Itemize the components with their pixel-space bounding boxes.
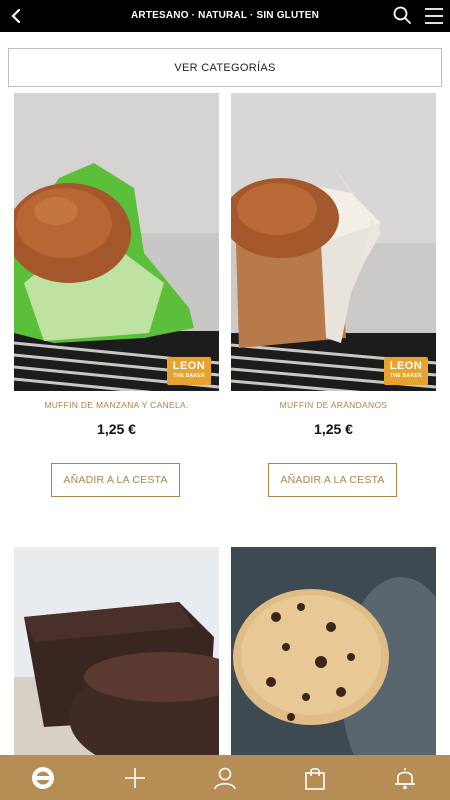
badge-line1: LEON [172,360,206,372]
product-image[interactable] [231,547,436,755]
add-to-basket-button[interactable]: AÑADIR A LA CESTA [51,463,180,497]
blueberry-muffin-photo [231,93,436,391]
brand-logo-badge: LEON THE BAKER [167,357,211,385]
add-to-basket-button[interactable]: AÑADIR A LA CESTA [268,463,397,497]
search-icon[interactable] [392,5,412,25]
product-price: 1,25 € [314,421,353,437]
product-image[interactable]: LEON THE BAKER [231,93,436,391]
page-title: ARTESANO · NATURAL · SIN GLUTEN [130,10,320,21]
product-image[interactable] [14,547,219,755]
badge-line2: THE BAKER [173,373,205,379]
user-icon[interactable] [212,765,238,791]
shopping-bag-icon[interactable] [302,765,328,791]
hamburger-menu-icon[interactable] [424,6,444,26]
chocolate-loaf-photo [14,547,219,755]
product-name[interactable]: MUFFIN DE MANZANA Y CANELA. [14,400,219,410]
apple-cinnamon-muffin-photo [14,93,219,391]
brand-logo-badge: LEON THE BAKER [384,357,428,385]
home-logo-icon[interactable] [30,765,56,791]
chocolate-chip-cookie-photo [231,547,436,755]
view-categories-button[interactable]: VER CATEGORÍAS [8,48,442,87]
product-image[interactable]: LEON THE BAKER [14,93,219,391]
top-bar: ARTESANO · NATURAL · SIN GLUTEN [0,0,450,32]
product-price: 1,25 € [97,421,136,437]
plus-icon[interactable] [122,765,148,791]
badge-line1: LEON [389,360,423,372]
bell-icon[interactable] [392,765,418,791]
bottom-navigation [0,755,450,800]
badge-line2: THE BAKER [390,373,422,379]
product-name[interactable]: MUFFIN DE ARÁNDANOS [231,400,436,410]
